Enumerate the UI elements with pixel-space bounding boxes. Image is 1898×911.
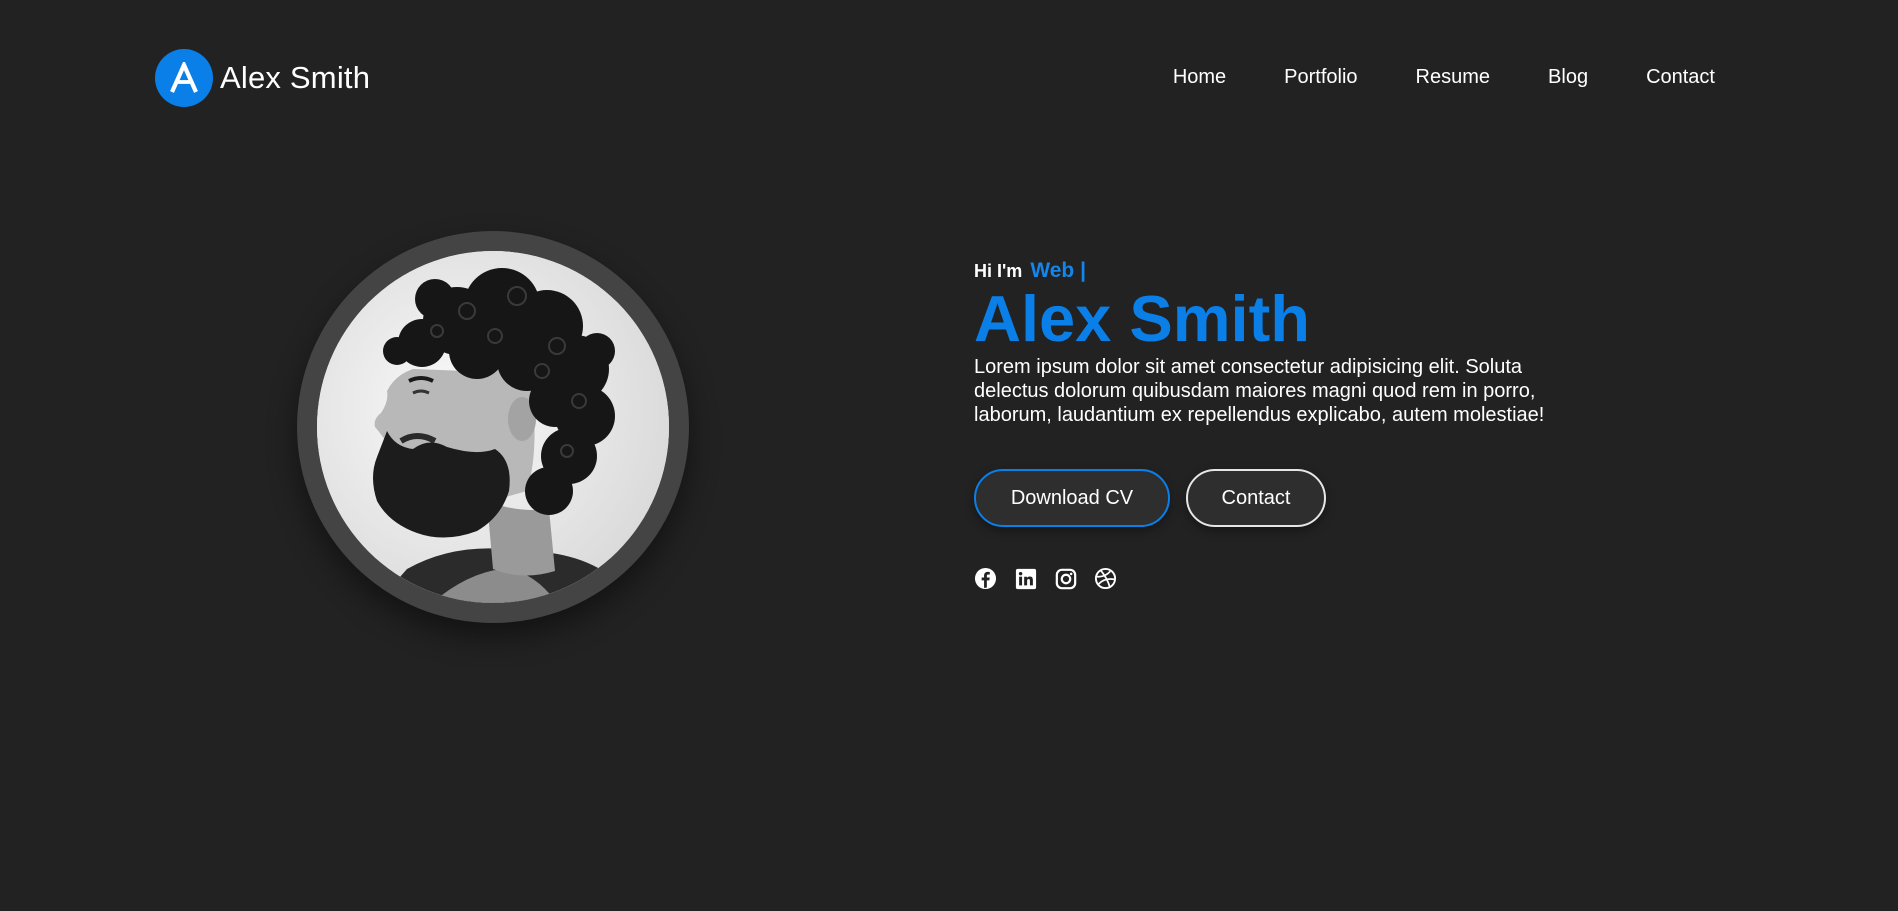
- hero-buttons: Download CV Contact: [974, 469, 1594, 527]
- contact-button[interactable]: Contact: [1186, 469, 1326, 527]
- profile-photo: [317, 251, 669, 603]
- greeting-line: Hi I'm Web |: [974, 258, 1594, 284]
- instagram-icon[interactable]: [1054, 567, 1077, 590]
- portfolio-page: Alex Smith Home Portfolio Resume Blog Co…: [0, 0, 1898, 911]
- intro-paragraph: Lorem ipsum dolor sit amet consectetur a…: [974, 356, 1545, 426]
- nav-item-resume[interactable]: Resume: [1416, 66, 1490, 89]
- nav-item-contact[interactable]: Contact: [1646, 66, 1715, 89]
- nav-item-portfolio[interactable]: Portfolio: [1284, 66, 1357, 89]
- dribbble-icon[interactable]: [1094, 567, 1117, 590]
- nav-item-home[interactable]: Home: [1173, 66, 1226, 89]
- hero-name: Alex Smith: [974, 282, 1310, 355]
- logo-badge: [155, 49, 213, 107]
- role-text: Web |: [1030, 259, 1086, 282]
- portrait-frame: [297, 231, 689, 623]
- greeting-text: Hi I'm: [974, 261, 1023, 281]
- hero-section: Hi I'm Web | Alex Smith Lorem ipsum dolo…: [974, 258, 1594, 590]
- bearded-man-portrait-icon: [317, 251, 669, 603]
- nav-item-blog[interactable]: Blog: [1548, 66, 1588, 89]
- brand-logo[interactable]: Alex Smith: [155, 49, 370, 107]
- main-nav: Home Portfolio Resume Blog Contact: [1173, 66, 1715, 89]
- facebook-icon[interactable]: [974, 567, 997, 590]
- social-links: [974, 567, 1594, 590]
- linkedin-icon[interactable]: [1014, 567, 1037, 590]
- download-cv-button[interactable]: Download CV: [974, 469, 1170, 527]
- brand-name: Alex Smith: [220, 60, 371, 95]
- letter-a-icon: [170, 62, 198, 93]
